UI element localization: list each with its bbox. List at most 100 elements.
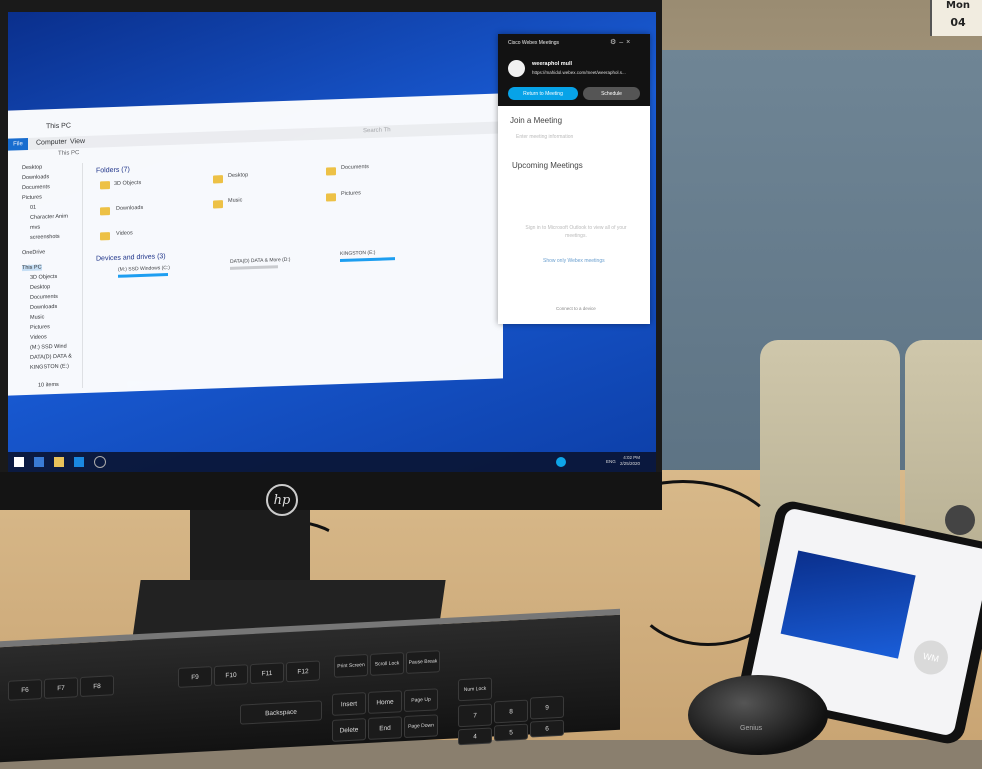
tab-file[interactable]: File bbox=[8, 137, 28, 151]
show-only-webex-toggle[interactable]: Show only Webex meetings bbox=[543, 258, 605, 264]
drive-d-usage-bar bbox=[230, 265, 278, 270]
key: Backspace bbox=[240, 700, 322, 725]
key: Num Lock bbox=[458, 677, 492, 702]
folders-heading: Folders (7) bbox=[96, 166, 130, 175]
desk-calendar: Mon 04 bbox=[930, 0, 982, 36]
drive-d[interactable]: DATA(D) DATA & More (D:) bbox=[230, 257, 290, 265]
drive-e[interactable]: KINGSTON (E:) bbox=[340, 250, 375, 257]
key: Page Up bbox=[404, 688, 438, 713]
calendar-day: 04 bbox=[950, 16, 966, 29]
shared-screen-thumbnail bbox=[780, 550, 916, 659]
outlook-signin-text: Sign in to Microsoft Outlook to view all… bbox=[525, 225, 627, 239]
meeting-info-input[interactable]: Enter meeting information bbox=[516, 134, 573, 140]
tab-view[interactable]: View bbox=[70, 138, 85, 146]
key: F9 bbox=[178, 666, 212, 688]
drives-heading: Devices and drives (3) bbox=[96, 253, 166, 263]
folder-icon bbox=[326, 193, 336, 202]
key: End bbox=[368, 716, 402, 740]
drive-c-usage-bar bbox=[118, 273, 168, 278]
key: 9 bbox=[530, 695, 564, 720]
upcoming-meetings-heading: Upcoming Meetings bbox=[512, 161, 583, 170]
webex-title: Cisco Webex Meetings bbox=[508, 40, 560, 46]
nav-item-pictures2[interactable]: Pictures bbox=[30, 324, 50, 331]
personal-room-url[interactable]: https://mahidol.webex.com/meet/weeraphol… bbox=[532, 70, 626, 75]
tray-webex-icon[interactable] bbox=[556, 457, 566, 467]
nav-item-documents[interactable]: Documents bbox=[22, 184, 50, 191]
key: 8 bbox=[494, 699, 528, 724]
nav-item-videos[interactable]: Videos bbox=[30, 334, 47, 341]
monitor-bezel bbox=[0, 472, 662, 510]
key: F10 bbox=[214, 664, 248, 687]
speaker-volume-knob bbox=[945, 505, 975, 535]
connect-device-link[interactable]: Connect to a device bbox=[556, 306, 596, 311]
mouse-brand: Genius bbox=[740, 725, 763, 732]
taskbar-app-icon[interactable] bbox=[74, 457, 84, 467]
folder-icon bbox=[326, 167, 336, 176]
nav-item-downloads2[interactable]: Downloads bbox=[30, 304, 57, 311]
nav-item-drive-d[interactable]: DATA(D) DATA & bbox=[30, 353, 72, 360]
folder-music[interactable]: Music bbox=[228, 197, 242, 204]
nav-item-music[interactable]: Music bbox=[30, 314, 44, 321]
key: Page Down bbox=[404, 714, 438, 739]
schedule-button[interactable]: Schedule bbox=[583, 87, 640, 100]
navigation-pane: Desktop Downloads Documents Pictures 01 … bbox=[12, 163, 83, 391]
monitor-screen: This PC Computer View File This PC Searc… bbox=[8, 12, 656, 472]
key: F12 bbox=[286, 660, 320, 683]
nav-item-pictures[interactable]: Pictures bbox=[22, 194, 42, 201]
folder-icon bbox=[100, 207, 110, 216]
nav-item-mvs[interactable]: mvs bbox=[30, 225, 40, 231]
key: F11 bbox=[250, 662, 284, 685]
computer-mouse bbox=[688, 675, 828, 755]
key: Print Screen bbox=[334, 653, 368, 678]
folder-icon bbox=[213, 175, 223, 184]
nav-item-3d-objects[interactable]: 3D Objects bbox=[30, 274, 57, 281]
folder-documents[interactable]: Documents bbox=[341, 164, 369, 171]
nav-item-documents2[interactable]: Documents bbox=[30, 294, 58, 301]
nav-item-drive-e[interactable]: KINGSTON (E:) bbox=[30, 364, 69, 371]
key: Home bbox=[368, 690, 402, 714]
nav-item-onedrive[interactable]: OneDrive bbox=[22, 249, 45, 256]
nav-item-desktop[interactable]: Desktop bbox=[22, 164, 42, 171]
folder-videos[interactable]: Videos bbox=[116, 230, 133, 237]
folder-pictures[interactable]: Pictures bbox=[341, 190, 361, 197]
calendar-month: Mon bbox=[946, 0, 970, 11]
search-input[interactable]: Search Th bbox=[363, 127, 391, 134]
drive-c[interactable]: (M:) SSD Windows (C:) bbox=[118, 265, 170, 273]
avatar[interactable] bbox=[508, 60, 525, 77]
join-meeting-heading: Join a Meeting bbox=[510, 116, 563, 125]
folder-desktop[interactable]: Desktop bbox=[228, 172, 248, 179]
key: F7 bbox=[44, 677, 78, 699]
file-explorer-window[interactable]: This PC Computer View File This PC Searc… bbox=[8, 93, 503, 396]
tab-computer[interactable]: Computer bbox=[36, 139, 67, 147]
start-icon[interactable] bbox=[14, 457, 24, 467]
taskbar-app-icon[interactable] bbox=[34, 457, 44, 467]
file-explorer-icon[interactable] bbox=[54, 457, 64, 467]
folder-icon bbox=[100, 181, 110, 190]
folder-icon bbox=[213, 200, 223, 209]
key: F6 bbox=[8, 679, 42, 701]
nav-item-character[interactable]: Character Anim bbox=[30, 214, 68, 221]
return-to-meeting-button[interactable]: Return to Meeting bbox=[508, 87, 578, 100]
clock[interactable]: 4:02 PM 2/25/2020 bbox=[620, 455, 640, 467]
window-controls[interactable]: ⚙–× bbox=[610, 38, 633, 46]
folder-3d-objects[interactable]: 3D Objects bbox=[114, 180, 141, 187]
key: 7 bbox=[458, 703, 492, 728]
breadcrumb[interactable]: This PC bbox=[58, 150, 79, 157]
status-items: 10 items bbox=[38, 381, 59, 389]
key: 5 bbox=[494, 723, 528, 742]
webex-panel[interactable]: Cisco Webex Meetings ⚙–× weeraphol mull … bbox=[498, 34, 650, 324]
nav-item-downloads[interactable]: Downloads bbox=[22, 174, 49, 181]
input-language[interactable]: ENG bbox=[606, 459, 616, 464]
nav-item-screenshots[interactable]: screenshots bbox=[30, 234, 60, 241]
nav-item-01[interactable]: 01 bbox=[30, 205, 36, 211]
nav-item-drive-c[interactable]: (M:) SSD Wind bbox=[30, 344, 67, 351]
participant-avatar: WM bbox=[910, 637, 952, 678]
nav-item-desktop2[interactable]: Desktop bbox=[30, 284, 50, 291]
window-title: This PC bbox=[46, 122, 71, 131]
folder-downloads[interactable]: Downloads bbox=[116, 205, 143, 212]
drive-e-usage-bar bbox=[340, 257, 395, 263]
webex-icon[interactable] bbox=[94, 456, 106, 468]
ribbon-tabs: Computer View bbox=[8, 121, 503, 151]
nav-item-this-pc[interactable]: This PC bbox=[22, 264, 42, 272]
key: 4 bbox=[458, 727, 492, 746]
